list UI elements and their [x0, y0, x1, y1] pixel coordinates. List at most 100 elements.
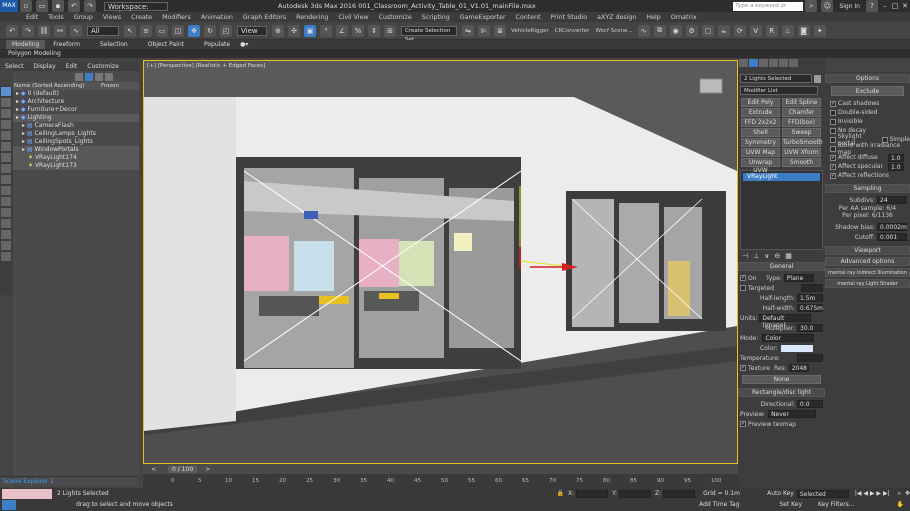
menu-print-studio[interactable]: Print Studio [551, 14, 588, 21]
vray-render-icon[interactable]: R [765, 24, 778, 37]
res-field[interactable]: 2048 [788, 364, 809, 372]
menu-help[interactable]: Help [646, 14, 660, 21]
spinner-snap-icon[interactable]: ⇕ [368, 24, 380, 37]
x-coord-field[interactable] [576, 489, 609, 498]
align-icon[interactable]: ⊫ [478, 24, 490, 37]
mental-ray-indirect-rollout[interactable]: mental ray Indirect Illumination [825, 268, 910, 277]
viewport-label[interactable]: [+] [Perspective] [Realistic + Edged Fac… [147, 63, 265, 69]
type-dropdown[interactable]: Plane [783, 274, 814, 282]
exclude-button[interactable]: Exclude [831, 86, 904, 96]
preview-texmap-checkbox[interactable]: ✓ [740, 421, 746, 427]
modifier-button[interactable]: Extrude [741, 108, 780, 117]
option-checkbox[interactable]: ✓ [830, 100, 836, 107]
find-case-icon[interactable] [1, 241, 11, 250]
link-icon[interactable]: ⛓ [38, 24, 50, 37]
directional-field[interactable]: 0.0 [797, 400, 823, 408]
search-icon[interactable]: ⌕ [805, 0, 818, 12]
menu-ornatrix[interactable]: Ornatrix [671, 14, 697, 21]
units-dropdown[interactable]: Default (image) [759, 314, 812, 329]
stack-item-vraylight[interactable]: VRayLight [743, 173, 820, 181]
scene-explorer-footer[interactable]: Scene Explorer 1 [0, 476, 139, 486]
maxscript-icon[interactable] [2, 499, 16, 510]
mode-dropdown[interactable]: Color [762, 334, 815, 342]
modifier-button[interactable]: Symmetry [741, 138, 780, 147]
motion-tab-icon[interactable] [769, 59, 778, 67]
multiplier-field[interactable]: 30.0 [797, 324, 823, 332]
display-xrefs-icon[interactable] [1, 175, 11, 184]
menu-select[interactable]: Select [5, 63, 24, 70]
make-unique-icon[interactable]: ∨ [764, 252, 769, 260]
mental-ray-shader-rollout[interactable]: mental ray Light Shader [825, 279, 910, 288]
edit-named-selection-icon[interactable]: ⊞ [384, 24, 396, 37]
menu-display[interactable]: Display [34, 63, 56, 70]
option-checkbox[interactable]: ✓ [830, 163, 836, 170]
sign-in-link[interactable]: Sign In [839, 3, 860, 10]
playback-controls[interactable]: |◀ ◀ ▶ ▶ ▶| [855, 490, 890, 497]
maximize-icon[interactable]: □ [890, 2, 900, 10]
key-filters-button[interactable]: Key Filters... [818, 501, 855, 508]
menu-animation[interactable]: Animation [201, 14, 233, 21]
percent-snap-icon[interactable]: % [352, 24, 364, 37]
option-checkbox[interactable] [830, 145, 836, 152]
half-width-field[interactable]: 0.675m [797, 304, 823, 312]
menu-views[interactable]: Views [103, 14, 121, 21]
workspace-dropdown[interactable]: Workspace: Default [104, 1, 168, 19]
modify-tab-icon[interactable] [749, 59, 758, 67]
key-selection-dropdown[interactable]: Selected [796, 489, 849, 498]
menu-edit[interactable]: Edit [66, 63, 78, 70]
redo-icon[interactable]: ↷ [84, 0, 96, 12]
time-slider[interactable]: < 0 / 100 > [143, 464, 738, 474]
option-checkbox[interactable]: ✓ [830, 172, 836, 179]
preview-dropdown[interactable]: Never [768, 410, 817, 418]
option-checkbox[interactable] [830, 136, 836, 143]
slider-next-icon[interactable]: > [205, 466, 210, 473]
tree-item[interactable]: ▸ ▤ CeilingLamps_Lights [13, 130, 139, 138]
tab-populate[interactable]: Populate [204, 41, 230, 48]
tab-modeling[interactable]: Modeling [6, 40, 46, 49]
undo-icon[interactable]: ↶ [6, 24, 18, 37]
selection-set-dropdown[interactable]: Create Selection Set [401, 25, 457, 43]
configure-sets-icon[interactable]: ▦ [785, 252, 792, 260]
modifier-button[interactable]: Shell [741, 128, 780, 137]
menu-edit[interactable]: Edit [26, 14, 38, 21]
selection-filter-dropdown[interactable]: All [87, 25, 119, 36]
modifier-button[interactable]: FFD(box) [782, 118, 821, 127]
rect-selection-icon[interactable]: ▭ [156, 24, 168, 37]
menu-group[interactable]: Group [74, 14, 93, 21]
modifier-button[interactable]: UVW Map [741, 148, 780, 157]
tree-item[interactable]: ▸ ◆ 0 (default) [13, 90, 139, 98]
undo-icon[interactable]: ↶ [68, 0, 80, 12]
search-input[interactable]: Type a keyword or phrase [733, 1, 804, 18]
sync-selection-icon[interactable] [1, 230, 11, 239]
window-crossing-icon[interactable]: ◫ [172, 24, 184, 37]
texture-checkbox[interactable]: ✓ [740, 365, 746, 371]
menu-civil-view[interactable]: Civil View [338, 14, 368, 21]
select-object-icon[interactable]: ↖ [124, 24, 136, 37]
display-tab-icon[interactable] [779, 59, 788, 67]
modifier-button[interactable]: Unwrap UVW [741, 158, 780, 174]
snaps-toggle-icon[interactable]: ³ [320, 24, 332, 37]
modifier-button[interactable]: Chamfer [782, 108, 821, 117]
display-helpers-icon[interactable] [1, 142, 11, 151]
angle-snap-icon[interactable]: ∠ [336, 24, 348, 37]
save-file-icon[interactable]: ▪ [52, 0, 64, 12]
viewport-rollout[interactable]: Viewport [825, 246, 910, 255]
tab-selection[interactable]: Selection [100, 41, 128, 48]
advanced-options-rollout[interactable]: Advanced options [825, 257, 910, 266]
orbit-icon[interactable]: ✥ [905, 490, 910, 497]
option-checkbox[interactable] [830, 118, 836, 125]
display-all-icon[interactable] [1, 197, 11, 206]
camera-icon[interactable]: ◙ [797, 24, 810, 37]
add-time-tag-button[interactable]: Add Time Tag [699, 501, 739, 508]
tab-freeform[interactable]: Freeform [53, 41, 80, 48]
menu-customize[interactable]: Customize [379, 14, 412, 21]
tree-item[interactable]: ▸ ◆ Furniture+Decor [13, 106, 139, 114]
timeline-ruler[interactable]: 0 5 10 15 20 25 30 35 40 45 50 55 60 65 70 75 80 85 90 95 10… [143, 474, 738, 488]
z-coord-field[interactable] [663, 489, 696, 498]
tree-item[interactable]: ▸ ◆ Lighting [13, 114, 139, 122]
filter-icon[interactable] [75, 72, 83, 81]
invert-display-icon[interactable] [1, 219, 11, 228]
select-objects-icon[interactable] [1, 87, 11, 96]
zoom-icon[interactable]: ⌕ [898, 490, 901, 498]
hierarchy-view-icon[interactable] [95, 72, 103, 81]
